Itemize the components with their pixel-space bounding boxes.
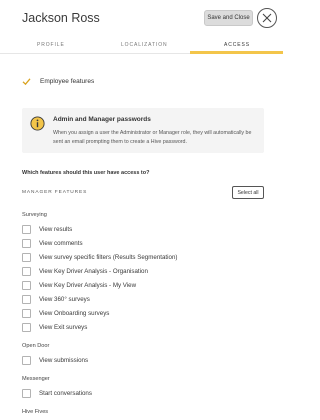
checkbox-row[interactable]: View Key Driver Analysis - My View	[22, 280, 136, 290]
checkbox[interactable]	[22, 266, 31, 276]
features-question: Which features should this user have acc…	[22, 170, 150, 176]
checkbox-row[interactable]: View Key Driver Analysis - Organisation	[22, 266, 148, 276]
active-tab-indicator	[190, 51, 283, 54]
checkbox-row[interactable]: View results	[22, 224, 72, 234]
checkbox-row[interactable]: View submissions	[22, 355, 88, 365]
section-open-door: Open Door	[22, 343, 50, 349]
checkbox[interactable]	[22, 252, 31, 262]
employee-features-checkbox[interactable]	[22, 77, 31, 86]
checkbox-row[interactable]: View Exit surveys	[22, 322, 87, 332]
checkbox-row[interactable]: View comments	[22, 238, 83, 248]
save-and-close-button[interactable]: Save and Close	[204, 10, 253, 26]
checkbox-label: View 360° surveys	[39, 295, 90, 303]
checkbox-label: View Key Driver Analysis - My View	[39, 281, 137, 289]
section-hive-fives: Hive Fives	[22, 409, 49, 415]
modal-header: Jackson Ross Save and Close	[0, 0, 283, 38]
info-text: When you assign a user the Administrator…	[53, 130, 252, 145]
info-icon	[30, 116, 45, 131]
checkbox-label: View Key Driver Analysis - Organisation	[39, 267, 148, 275]
checkbox-label: Start conversations	[39, 389, 92, 397]
info-title: Admin and Manager passwords	[53, 116, 151, 123]
tab-bar: PROFILE LOCALIZATION ACCESS	[0, 38, 283, 54]
checkbox-label: View Onboarding surveys	[39, 309, 110, 317]
section-messenger: Messenger	[22, 376, 50, 382]
checkbox-row[interactable]: Start conversations	[22, 388, 92, 398]
tab-profile[interactable]: PROFILE	[37, 42, 65, 48]
user-name-title: Jackson Ross	[22, 11, 100, 25]
checkbox-label: View submissions	[39, 356, 89, 364]
employee-features-label: Employee features	[40, 78, 95, 85]
tab-localization[interactable]: LOCALIZATION	[121, 42, 168, 48]
checkbox[interactable]	[22, 224, 31, 234]
checkbox-label: View survey specific filters (Results Se…	[39, 253, 178, 261]
checkbox-row[interactable]: View Onboarding surveys	[22, 308, 109, 318]
select-all-button[interactable]: Select all	[232, 186, 264, 199]
close-button[interactable]	[257, 8, 277, 28]
password-info-box: Admin and Manager passwords When you ass…	[22, 108, 264, 153]
checkbox-row[interactable]: View survey specific filters (Results Se…	[22, 252, 177, 262]
section-surveying: Surveying	[22, 212, 47, 218]
checkbox[interactable]	[22, 294, 31, 304]
tab-access[interactable]: ACCESS	[224, 42, 250, 48]
checkbox-label: View Exit surveys	[39, 323, 88, 331]
checkbox-label: View results	[39, 225, 73, 233]
checkbox[interactable]	[22, 280, 31, 290]
close-icon	[262, 13, 272, 23]
checkbox[interactable]	[22, 238, 31, 248]
manager-features-heading: MANAGER FEATURES	[22, 190, 88, 195]
checkbox-row[interactable]: View 360° surveys	[22, 294, 90, 304]
checkbox[interactable]	[22, 308, 31, 318]
checkbox[interactable]	[22, 355, 31, 365]
checkmark-icon	[22, 78, 31, 86]
checkbox[interactable]	[22, 388, 31, 398]
checkbox[interactable]	[22, 322, 31, 332]
checkbox-label: View comments	[39, 239, 83, 247]
employee-features-row[interactable]: Employee features	[22, 77, 94, 86]
